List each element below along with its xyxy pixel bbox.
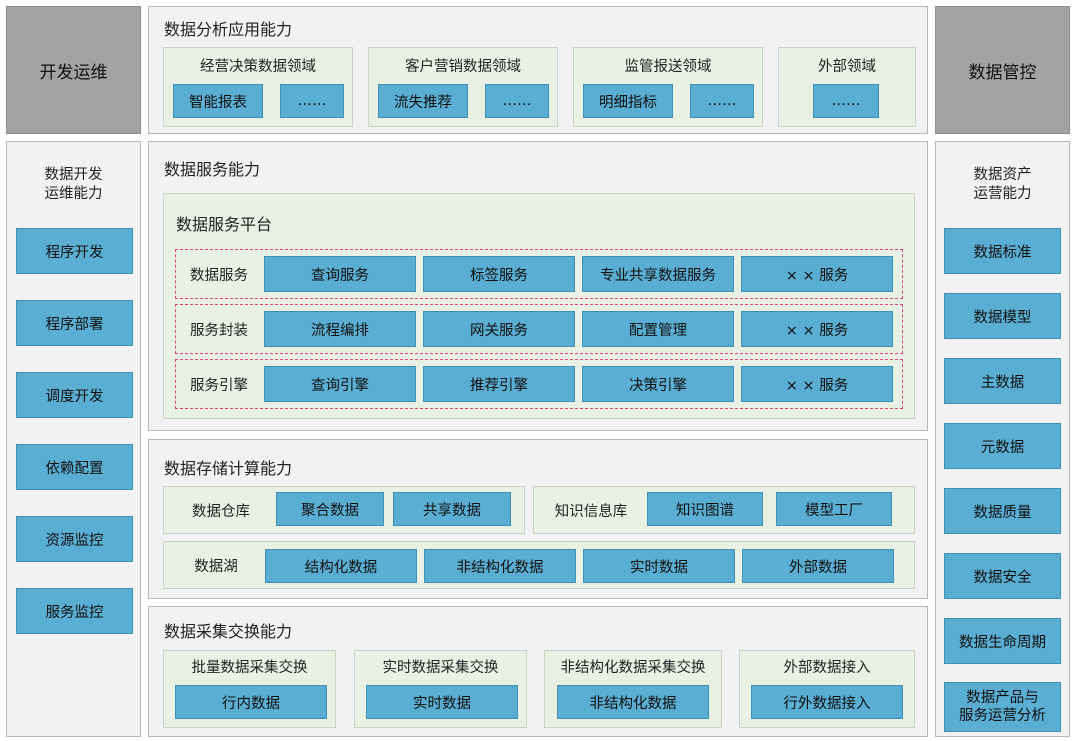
- collection-group: 实时数据采集交换 实时数据: [354, 650, 527, 728]
- storage-knowledge-label: 知识信息库: [554, 503, 628, 520]
- dev-ops-item: 依赖配置: [16, 444, 133, 490]
- service-row-item: 流程编排: [264, 311, 416, 347]
- governance-header: 数据管控: [935, 6, 1070, 134]
- collection-group-title: 实时数据采集交换: [382, 659, 499, 676]
- service-platform: 数据服务平台 数据服务 查询服务 标签服务 专业共享数据服务 × × 服务 服务…: [163, 193, 915, 419]
- analysis-domain-title: 经营决策数据领域: [200, 58, 316, 75]
- governance-title-line2: 运营能力: [973, 186, 1032, 202]
- dev-ops-item: 资源监控: [16, 516, 133, 562]
- collection-group: 非结构化数据采集交换 非结构化数据: [544, 650, 722, 728]
- analysis-title: 数据分析应用能力: [164, 20, 293, 39]
- governance-title: 数据资产 运营能力: [936, 166, 1069, 204]
- analysis-domain: 监管报送领域 明细指标 ……: [573, 47, 763, 127]
- storage-warehouse-item: 聚合数据: [276, 492, 384, 526]
- storage-title: 数据存储计算能力: [164, 459, 293, 478]
- governance-item-product: 数据产品与 服务运营分析: [944, 682, 1061, 732]
- analysis-domain-item: 智能报表: [173, 84, 263, 118]
- service-row-item: 推荐引擎: [423, 366, 575, 402]
- service-row-item: 网关服务: [423, 311, 575, 347]
- collection-title: 数据采集交换能力: [164, 622, 293, 641]
- analysis-domain: 经营决策数据领域 智能报表 ……: [163, 47, 353, 127]
- collection-group-item: 行外数据接入: [751, 685, 903, 719]
- service-panel: 数据服务能力 数据服务平台 数据服务 查询服务 标签服务 专业共享数据服务 × …: [148, 141, 928, 431]
- dev-ops-header: 开发运维: [6, 6, 141, 134]
- governance-title-line1: 数据资产: [973, 167, 1032, 183]
- governance-panel: 数据资产 运营能力 数据标准 数据模型 主数据 元数据 数据质量 数据安全 数据…: [935, 141, 1070, 737]
- governance-item: 主数据: [944, 358, 1061, 404]
- storage-lake-item: 结构化数据: [265, 549, 417, 583]
- analysis-domain-item: ……: [485, 84, 549, 118]
- collection-group-item: 实时数据: [366, 685, 518, 719]
- service-row-item: 查询引擎: [264, 366, 416, 402]
- collection-panel: 数据采集交换能力 批量数据采集交换 行内数据 实时数据采集交换 实时数据 非结构…: [148, 606, 928, 737]
- collection-group: 批量数据采集交换 行内数据: [163, 650, 336, 728]
- service-row: 服务封装 流程编排 网关服务 配置管理 × × 服务: [175, 304, 903, 354]
- storage-lake-label: 数据湖: [194, 558, 238, 575]
- collection-group-title: 批量数据采集交换: [191, 659, 308, 676]
- storage-knowledge-item: 知识图谱: [647, 492, 763, 526]
- collection-group-item: 非结构化数据: [557, 685, 709, 719]
- storage-warehouse: 数据仓库 聚合数据 共享数据: [163, 486, 525, 534]
- service-row-item: × × 服务: [741, 311, 893, 347]
- analysis-domain-item: ……: [280, 84, 344, 118]
- service-row-label: 数据服务: [190, 267, 248, 284]
- governance-item: 数据质量: [944, 488, 1061, 534]
- service-row-item: × × 服务: [741, 256, 893, 292]
- governance-header-label: 数据管控: [968, 62, 1037, 83]
- collection-group-title: 外部数据接入: [783, 659, 871, 676]
- service-row-item: 专业共享数据服务: [582, 256, 734, 292]
- dev-ops-title-line1: 数据开发: [44, 167, 103, 183]
- dev-ops-item: 调度开发: [16, 372, 133, 418]
- storage-lake-item: 实时数据: [583, 549, 735, 583]
- service-title: 数据服务能力: [164, 160, 261, 179]
- governance-item: 数据生命周期: [944, 618, 1061, 664]
- governance-item: 数据模型: [944, 293, 1061, 339]
- storage-warehouse-label: 数据仓库: [192, 503, 250, 520]
- service-row-item: × × 服务: [741, 366, 893, 402]
- storage-lake-item: 非结构化数据: [424, 549, 576, 583]
- storage-knowledge: 知识信息库 知识图谱 模型工厂: [533, 486, 915, 534]
- service-row: 数据服务 查询服务 标签服务 专业共享数据服务 × × 服务: [175, 249, 903, 299]
- dev-ops-item: 服务监控: [16, 588, 133, 634]
- dev-ops-item: 程序开发: [16, 228, 133, 274]
- storage-warehouse-item: 共享数据: [393, 492, 511, 526]
- governance-item: 元数据: [944, 423, 1061, 469]
- analysis-domain: 客户营销数据领域 流失推荐 ……: [368, 47, 558, 127]
- analysis-domain: 外部领域 ……: [778, 47, 916, 127]
- analysis-panel: 数据分析应用能力 经营决策数据领域 智能报表 …… 客户营销数据领域 流失推荐 …: [148, 6, 928, 134]
- service-row-item: 配置管理: [582, 311, 734, 347]
- service-row-item: 查询服务: [264, 256, 416, 292]
- storage-knowledge-item: 模型工厂: [776, 492, 892, 526]
- analysis-domain-item: ……: [690, 84, 754, 118]
- service-row-item: 决策引擎: [582, 366, 734, 402]
- storage-lake-item: 外部数据: [742, 549, 894, 583]
- service-row-label: 服务引擎: [190, 377, 248, 394]
- governance-item-product-line1: 数据产品与: [966, 690, 1039, 706]
- collection-group-item: 行内数据: [175, 685, 327, 719]
- analysis-domain-item: 流失推荐: [378, 84, 468, 118]
- governance-item-product-line2: 服务运营分析: [959, 708, 1046, 724]
- dev-ops-item: 程序部署: [16, 300, 133, 346]
- analysis-domain-item: 明细指标: [583, 84, 673, 118]
- dev-ops-header-label: 开发运维: [39, 62, 108, 83]
- dev-ops-title: 数据开发 运维能力: [7, 166, 140, 204]
- analysis-domain-title: 外部领域: [818, 58, 876, 75]
- storage-panel: 数据存储计算能力 数据仓库 聚合数据 共享数据 知识信息库 知识图谱 模型工厂 …: [148, 439, 928, 599]
- analysis-domain-title: 监管报送领域: [624, 58, 712, 75]
- service-platform-title: 数据服务平台: [176, 215, 273, 234]
- service-row-item: 标签服务: [423, 256, 575, 292]
- collection-group: 外部数据接入 行外数据接入: [739, 650, 915, 728]
- service-row: 服务引擎 查询引擎 推荐引擎 决策引擎 × × 服务: [175, 359, 903, 409]
- dev-ops-panel: 数据开发 运维能力 程序开发 程序部署 调度开发 依赖配置 资源监控 服务监控: [6, 141, 141, 737]
- dev-ops-title-line2: 运维能力: [44, 186, 103, 202]
- analysis-domain-title: 客户营销数据领域: [405, 58, 521, 75]
- collection-group-title: 非结构化数据采集交换: [560, 659, 706, 676]
- governance-item: 数据安全: [944, 553, 1061, 599]
- analysis-domain-item: ……: [813, 84, 879, 118]
- service-row-label: 服务封装: [190, 322, 248, 339]
- storage-lake: 数据湖 结构化数据 非结构化数据 实时数据 外部数据: [163, 541, 915, 589]
- governance-item: 数据标准: [944, 228, 1061, 274]
